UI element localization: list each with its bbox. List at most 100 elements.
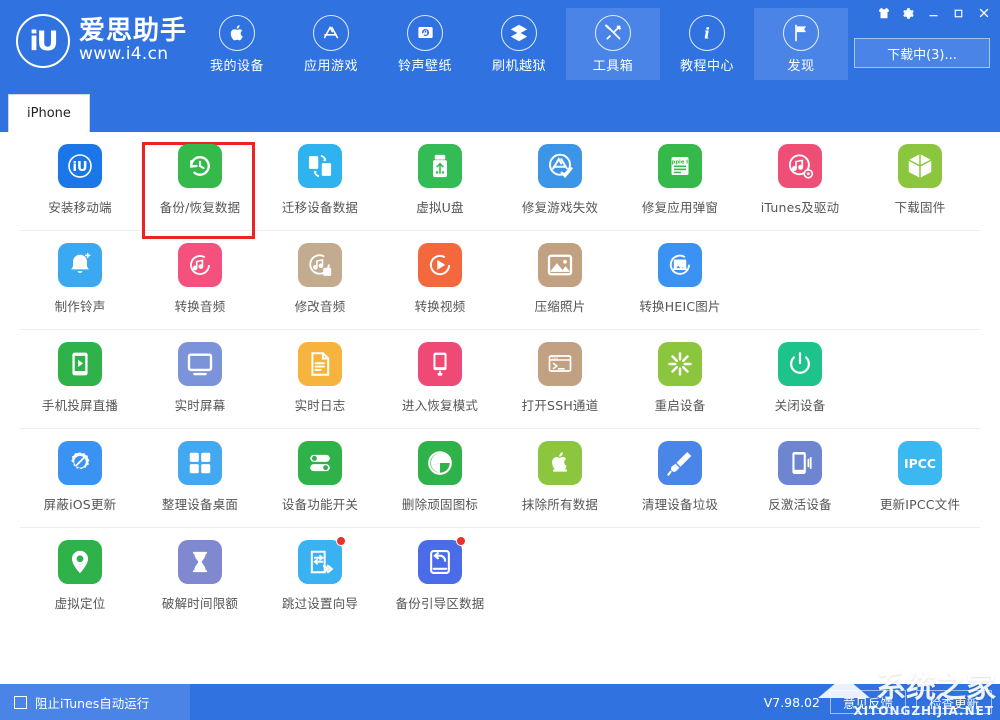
tool-erase-all-data[interactable]: 抹除所有数据	[500, 429, 620, 527]
tool-crack-time-limit[interactable]: 破解时间限额	[140, 528, 260, 626]
block-itunes-checkbox[interactable]	[14, 695, 27, 709]
maximize-button[interactable]	[946, 2, 971, 24]
appstore-icon	[313, 14, 349, 51]
status-right-group: V7.98.02 意见反馈 检查更新	[764, 684, 992, 720]
tool-label: 设备功能开关	[281, 497, 359, 512]
tool-clean-device-junk[interactable]: 清理设备垃圾	[620, 429, 740, 527]
feature-toggle-icon	[298, 441, 342, 485]
nav-label: 刷机越狱	[491, 58, 546, 74]
feedback-button[interactable]: 意见反馈	[829, 690, 906, 714]
firmware-box-icon	[898, 144, 942, 188]
nav-label: 我的设备	[209, 58, 264, 74]
nav-label: 应用游戏	[303, 58, 358, 74]
convert-audio-icon	[178, 243, 222, 287]
tool-label: 下载固件	[894, 200, 946, 215]
heic-convert-icon	[658, 243, 702, 287]
tool-row: 虚拟定位 破解时间限额 跳过设置向导 备份引导区数据	[20, 528, 980, 626]
tool-open-ssh-tunnel[interactable]: SSH 打开SSH通道	[500, 330, 620, 428]
nav-item-toolbox[interactable]: 工具箱	[566, 8, 660, 80]
tab-iphone[interactable]: iPhone	[8, 94, 90, 132]
usb-disk-icon	[418, 144, 462, 188]
migrate-data-icon	[298, 144, 342, 188]
tool-label: 制作铃声	[54, 299, 106, 314]
tool-label: 转换音频	[174, 299, 226, 314]
tool-install-mobile-client[interactable]: iU 安装移动端	[20, 132, 140, 230]
virtual-location-icon	[58, 540, 102, 584]
tool-backup-boot-data[interactable]: 备份引导区数据	[380, 528, 500, 626]
tool-phone-screen-cast[interactable]: 手机投屏直播	[20, 330, 140, 428]
tool-restart-device[interactable]: 重启设备	[620, 330, 740, 428]
block-itunes-label: 阻止iTunes自动运行	[35, 695, 150, 711]
nav-item-tutorial-center[interactable]: i 教程中心	[660, 8, 754, 80]
tool-live-log[interactable]: 实时日志	[260, 330, 380, 428]
tool-fix-app-popup[interactable]: Apple ID 修复应用弹窗	[620, 132, 740, 230]
nav-item-apps-games[interactable]: 应用游戏	[284, 8, 378, 80]
tool-label: 删除顽固图标	[401, 497, 479, 512]
main-navigation: 我的设备 应用游戏 铃声壁纸 刷机越狱 工具箱 i 教程中心 发现	[190, 8, 848, 80]
tool-row: 制作铃声 转换音频 自 修改音频 转换视频 压缩照片 转换HEIC图片	[20, 231, 980, 330]
tool-label: 清理设备垃圾	[641, 497, 719, 512]
tool-convert-video[interactable]: 转换视频	[380, 231, 500, 329]
tool-label: 备份引导区数据	[395, 596, 485, 611]
nav-item-ringtone-wallpaper[interactable]: 铃声壁纸	[378, 8, 472, 80]
flash-icon	[501, 14, 537, 51]
tool-convert-audio[interactable]: 转换音频	[140, 231, 260, 329]
close-button[interactable]	[971, 2, 996, 24]
tool-update-ipcc-file[interactable]: IPCC 更新IPCC文件	[860, 429, 980, 527]
tool-arrange-device-home[interactable]: 整理设备桌面	[140, 429, 260, 527]
tool-label: 虚拟U盘	[416, 200, 464, 215]
check-update-button[interactable]: 检查更新	[915, 690, 992, 714]
tool-label: 跳过设置向导	[281, 596, 359, 611]
live-screen-icon	[178, 342, 222, 386]
tool-label: 关闭设备	[774, 398, 826, 413]
tool-label: 虚拟定位	[54, 596, 106, 611]
minimize-button[interactable]	[921, 2, 946, 24]
tool-label: 实时日志	[294, 398, 346, 413]
erase-all-icon	[538, 441, 582, 485]
live-log-icon	[298, 342, 342, 386]
tool-label: 修复应用弹窗	[641, 200, 719, 215]
tool-edit-audio[interactable]: 自 修改音频	[260, 231, 380, 329]
tool-backup-restore-data[interactable]: 备份/恢复数据	[140, 132, 260, 230]
nav-item-my-device[interactable]: 我的设备	[190, 8, 284, 80]
tool-enter-recovery-mode[interactable]: 进入恢复模式	[380, 330, 500, 428]
tool-live-screen[interactable]: 实时屏幕	[140, 330, 260, 428]
status-bar: 阻止iTunes自动运行 V7.98.02 意见反馈 检查更新 系统之家 XIT…	[0, 670, 1000, 720]
arrange-home-icon	[178, 441, 222, 485]
settings-gear-icon[interactable]	[896, 2, 921, 24]
tool-download-firmware[interactable]: 下载固件	[860, 132, 980, 230]
tool-compress-photo[interactable]: 压缩照片	[500, 231, 620, 329]
app-window: iU 爱思助手 www.i4.cn 我的设备 应用游戏 铃声壁纸 刷机越狱 工具…	[0, 0, 1000, 720]
tool-label: 修改音频	[294, 299, 346, 314]
tool-skip-setup-wizard[interactable]: 跳过设置向导	[260, 528, 380, 626]
tool-virtual-location[interactable]: 虚拟定位	[20, 528, 140, 626]
tool-virtual-usb-disk[interactable]: 虚拟U盘	[380, 132, 500, 230]
ipcc-file-icon: IPCC	[898, 441, 942, 485]
edit-audio-icon: 自	[298, 243, 342, 287]
screen-cast-icon	[58, 342, 102, 386]
block-itunes-checkbox-row[interactable]: 阻止iTunes自动运行	[0, 684, 190, 720]
tool-fix-game-failure[interactable]: 修复游戏失效	[500, 132, 620, 230]
tool-make-ringtone[interactable]: 制作铃声	[20, 231, 140, 329]
tool-itunes-and-driver[interactable]: iTunes及驱动	[740, 132, 860, 230]
convert-video-icon	[418, 243, 462, 287]
tool-convert-heic-image[interactable]: 转换HEIC图片	[620, 231, 740, 329]
tool-device-feature-toggle[interactable]: 设备功能开关	[260, 429, 380, 527]
i4-logo-icon: iU	[16, 14, 70, 68]
recovery-mode-icon	[418, 342, 462, 386]
tool-label: 压缩照片	[534, 299, 586, 314]
tool-label: 破解时间限额	[161, 596, 239, 611]
tool-deactivate-device[interactable]: 反激活设备	[740, 429, 860, 527]
tool-power-off-device[interactable]: 关闭设备	[740, 330, 860, 428]
ipcc-label: IPCC	[904, 456, 936, 471]
nav-item-discover[interactable]: 发现	[754, 8, 848, 80]
nav-item-flash-jailbreak[interactable]: 刷机越狱	[472, 8, 566, 80]
download-status-button[interactable]: 下载中(3)...	[854, 38, 990, 68]
svg-text:i: i	[704, 24, 710, 42]
tool-delete-stubborn-icon[interactable]: 删除顽固图标	[380, 429, 500, 527]
backup-boot-icon	[418, 536, 466, 584]
tool-block-ios-update[interactable]: 屏蔽iOS更新	[20, 429, 140, 527]
skin-icon[interactable]	[871, 2, 896, 24]
tool-migrate-device-data[interactable]: 迁移设备数据	[260, 132, 380, 230]
time-limit-icon	[178, 540, 222, 584]
